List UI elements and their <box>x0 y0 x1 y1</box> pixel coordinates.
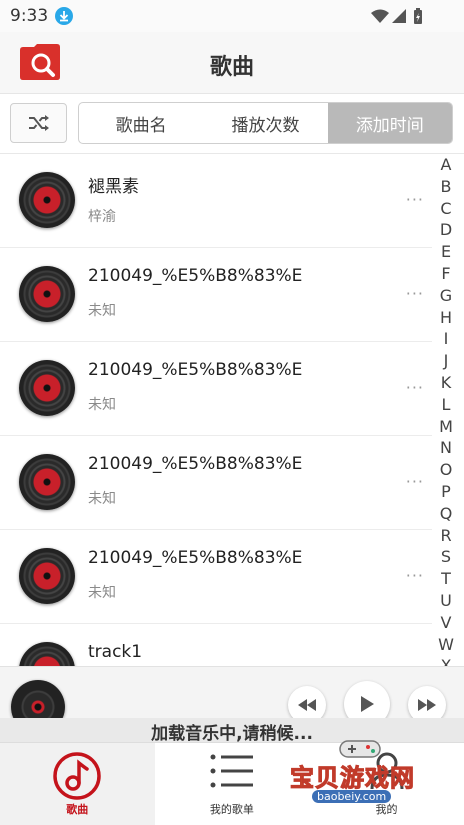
vinyl-disc-icon <box>19 548 75 604</box>
nav-songs[interactable]: 歌曲 <box>0 743 155 825</box>
song-artist: 未知 <box>88 397 116 413</box>
signal-icon <box>392 9 406 23</box>
list-icon <box>210 754 253 788</box>
index-letter[interactable]: R <box>432 525 460 547</box>
index-letter[interactable]: Q <box>432 503 460 525</box>
index-letter[interactable]: H <box>432 307 460 329</box>
more-icon[interactable]: ··· <box>406 284 424 303</box>
song-artist: 未知 <box>88 303 116 319</box>
list-item[interactable]: 210049_%E5%B8%83%E 未知 ··· <box>0 248 432 342</box>
sort-controls: 歌曲名 播放次数 添加时间 <box>0 94 464 154</box>
song-artist: 未知 <box>88 491 116 507</box>
index-letter[interactable]: S <box>432 546 460 568</box>
index-letter[interactable]: J <box>432 350 460 372</box>
mini-player <box>0 666 464 718</box>
index-letter[interactable]: V <box>432 612 460 634</box>
alphabet-index[interactable]: A B C D E F G H I J K L M N O P Q R S T … <box>432 154 460 666</box>
more-icon[interactable]: ··· <box>406 190 424 209</box>
page-title: 歌曲 <box>209 55 254 80</box>
play-icon <box>361 696 374 712</box>
vinyl-disc-icon <box>19 266 75 322</box>
index-letter[interactable]: X <box>432 655 460 666</box>
battery-icon <box>414 8 422 24</box>
index-letter[interactable]: D <box>432 219 460 241</box>
index-letter[interactable]: K <box>432 372 460 394</box>
index-letter[interactable]: P <box>432 481 460 503</box>
index-letter[interactable]: T <box>432 568 460 590</box>
rewind-icon <box>298 699 316 711</box>
index-letter[interactable]: E <box>432 241 460 263</box>
index-letter[interactable]: W <box>432 634 460 656</box>
song-artist: 梓渝 <box>88 209 116 225</box>
list-item[interactable]: track1 <box>0 624 432 666</box>
index-letter[interactable]: C <box>432 198 460 220</box>
wifi-icon <box>371 9 389 23</box>
index-letter[interactable]: N <box>432 437 460 459</box>
song-title: 210049_%E5%B8%83%E <box>88 266 303 286</box>
tab-date-added[interactable]: 添加时间 <box>327 103 452 143</box>
shuffle-button[interactable] <box>10 103 67 143</box>
index-letter[interactable]: B <box>432 176 460 198</box>
index-letter[interactable]: F <box>432 263 460 285</box>
index-letter[interactable]: U <box>432 590 460 612</box>
song-title: 210049_%E5%B8%83%E <box>88 360 303 380</box>
music-note-icon <box>53 752 101 800</box>
status-icons <box>370 7 430 25</box>
index-letter[interactable]: O <box>432 459 460 481</box>
vinyl-disc-icon <box>19 360 75 416</box>
vinyl-disc-icon <box>19 642 75 666</box>
shuffle-icon <box>29 115 49 131</box>
list-item[interactable]: 210049_%E5%B8%83%E 未知 ··· <box>0 436 432 530</box>
vinyl-disc-icon <box>19 172 75 228</box>
song-artist: 未知 <box>88 585 116 601</box>
nav-songs-label: 歌曲 <box>66 803 89 816</box>
list-item[interactable]: 褪黑素 梓渝 ··· <box>0 154 432 248</box>
song-list: 褪黑素 梓渝 ··· 210049_%E5%B8%83%E 未知 ··· 210… <box>0 154 432 666</box>
more-icon[interactable]: ··· <box>406 566 424 585</box>
index-letter[interactable]: L <box>432 394 460 416</box>
song-title: track1 <box>88 642 143 662</box>
index-letter[interactable]: A <box>432 154 460 176</box>
list-item[interactable]: 210049_%E5%B8%83%E 未知 ··· <box>0 530 432 624</box>
loading-banner: 加载音乐中,请稍候... <box>0 718 464 744</box>
sort-tabs: 歌曲名 播放次数 添加时间 <box>78 102 453 144</box>
fast-forward-icon <box>418 699 436 711</box>
index-letter[interactable]: I <box>432 328 460 350</box>
nav-playlists-label: 我的歌单 <box>209 803 254 816</box>
index-letter[interactable]: G <box>432 285 460 307</box>
more-icon[interactable]: ··· <box>406 378 424 397</box>
watermark-name: 宝贝游戏网 <box>290 764 415 793</box>
more-icon[interactable]: ··· <box>406 472 424 491</box>
gamepad-icon <box>339 740 381 758</box>
tab-song-name[interactable]: 歌曲名 <box>79 103 203 143</box>
nav-playlists[interactable]: 我的歌单 <box>155 743 310 825</box>
status-time: 9:33 <box>10 6 49 26</box>
song-title: 210049_%E5%B8%83%E <box>88 548 303 568</box>
download-icon <box>55 7 73 25</box>
index-letter[interactable]: M <box>432 416 460 438</box>
watermark-url: baobeiy.com <box>312 790 392 803</box>
song-title: 褪黑素 <box>88 177 139 197</box>
song-title: 210049_%E5%B8%83%E <box>88 454 303 474</box>
status-bar: 9:33 <box>0 0 464 32</box>
vinyl-disc-icon <box>19 454 75 510</box>
site-watermark: 宝贝游戏网 baobeiy.com <box>290 740 430 812</box>
list-item[interactable]: 210049_%E5%B8%83%E 未知 ··· <box>0 342 432 436</box>
app-bar: 歌曲 <box>0 32 464 94</box>
tab-play-count[interactable]: 播放次数 <box>203 103 327 143</box>
